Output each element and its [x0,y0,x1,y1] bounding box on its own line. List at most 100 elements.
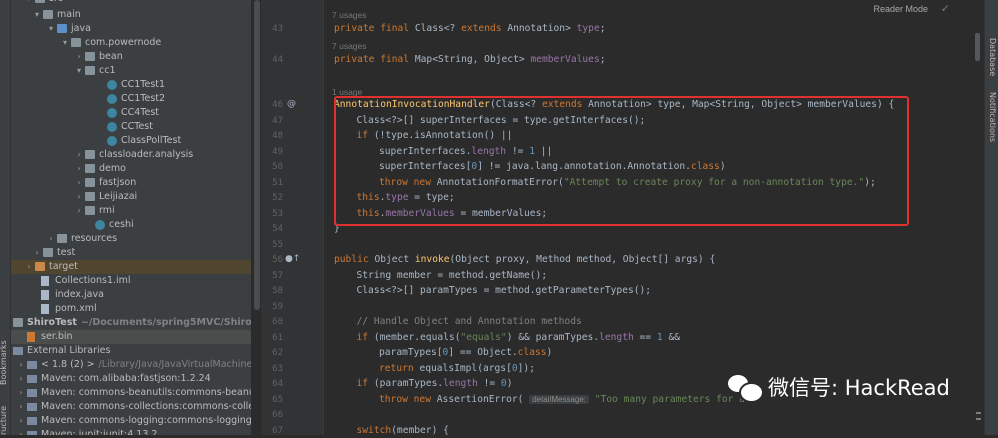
tree-item[interactable]: › Maven: junit:junit:4.13.2 [11,428,251,435]
tree-item[interactable]: › Leijiazai [11,190,251,204]
project-tree-scrollbar[interactable] [254,0,260,310]
line-number: 46 [272,100,283,110]
code-token: length [599,332,640,343]
tree-expand-arrow-icon[interactable]: › [25,260,33,274]
tree-item[interactable]: › Maven: commons-beanutils:commons-beanut… [11,386,251,400]
gutter-marker-icon[interactable]: ●↑ [285,254,300,264]
tree-expand-arrow-icon[interactable]: › [75,50,83,64]
code-token: Class<? [414,23,462,34]
tree-item[interactable]: ceshi [11,218,251,232]
reader-mode-button[interactable]: Reader Mode [873,4,928,14]
tree-expand-arrow-icon[interactable]: › [33,246,41,260]
line-number: 50 [272,162,283,172]
tree-expand-arrow-icon[interactable]: › [17,358,25,372]
tree-expand-arrow-icon[interactable]: ▾ [61,36,69,50]
tree-item-label: test [57,247,76,258]
tree-expand-arrow-icon[interactable]: › [17,400,25,414]
tree-item-label: target [49,261,78,272]
tree-expand-arrow-icon[interactable]: › [75,190,83,204]
tree-item[interactable]: CC1Test2 [11,92,251,106]
tree-item[interactable]: › test [11,246,251,260]
tree-item[interactable]: ▾ java [11,22,251,36]
tree-item-label: Leijiazai [99,191,138,202]
tree-item[interactable]: ▾External Libraries [11,344,251,358]
code-line: public Object invoke(Object proxy, Metho… [334,253,715,267]
tree-item[interactable]: CCTest [11,120,251,134]
tree-item-label: Collections1.iml [55,275,131,286]
database-tool-tab[interactable]: Database [988,38,997,76]
tree-item[interactable]: › Maven: com.alibaba:fastjson:1.2.24 [11,372,251,386]
tree-item[interactable]: › target [11,260,251,274]
gutter-marker-icon[interactable]: @ [287,99,296,109]
code-token: String member = method.getName(); [356,270,548,281]
tree-expand-arrow-icon[interactable]: › [75,176,83,190]
java-class-icon [107,108,117,118]
tree-item-path: ~/Documents/spring5MVC/ShiroTest [80,317,251,328]
folder-icon [85,52,95,61]
wechat-icon [728,373,764,403]
folder-icon [85,206,95,215]
tree-item[interactable]: ClassPollTest [11,134,251,148]
tree-item[interactable]: › classloader.analysis [11,148,251,162]
tree-expand-arrow-icon[interactable]: ▾ [47,22,55,36]
tree-item[interactable]: ▾ src [11,0,251,6]
library-icon [27,417,37,425]
tree-expand-arrow-icon[interactable]: › [17,428,25,435]
folder-icon [85,66,95,75]
tree-item-label: fastjson [99,177,137,188]
tree-item[interactable]: › resources [11,232,251,246]
code-token: (member.equals( [373,332,461,343]
inspection-ok-icon[interactable]: ✓ [941,2,950,15]
code-token: if [356,332,374,343]
tree-item[interactable]: CC4Test [11,106,251,120]
editor-scrollbar-thumb[interactable] [975,33,980,61]
tree-expand-arrow-icon[interactable]: › [17,372,25,386]
line-number: 43 [272,24,283,34]
line-number: 64 [272,379,283,389]
tree-expand-arrow-icon[interactable]: ▾ [25,0,33,6]
tree-item[interactable]: › rmi [11,204,251,218]
tree-item[interactable]: ›ShiroTest~/Documents/spring5MVC/ShiroTe… [11,316,251,330]
tree-item[interactable]: Collections1.iml [11,274,251,288]
tree-item-label: ceshi [109,219,134,230]
tree-expand-arrow-icon[interactable]: › [17,414,25,428]
tree-item[interactable]: › Maven: commons-logging:commons-logging:… [11,414,251,428]
tree-item[interactable]: CC1Test1 [11,78,251,92]
tree-item[interactable]: › < 1.8 (2) >/Library/Java/JavaVirtualMac… [11,358,251,372]
library-icon [27,403,37,411]
tree-item[interactable]: index.java [11,288,251,302]
code-line: // Handle Object and Annotation methods [357,315,582,329]
tree-item-path: /Library/Java/JavaVirtualMachines/jc [98,359,251,370]
structure-tool-tab[interactable]: ructure [0,406,8,435]
usages-hint[interactable]: 7 usages [332,41,367,51]
folder-icon [57,234,67,243]
usages-hint[interactable]: 7 usages [332,10,367,20]
tree-item[interactable]: pom.xml [11,302,251,316]
tree-item[interactable]: › fastjson [11,176,251,190]
tree-expand-arrow-icon[interactable]: ▾ [33,8,41,22]
tree-item-label: index.java [55,289,104,300]
tree-item[interactable]: › demo [11,162,251,176]
editor-gutter: 43 44 46 47 48 49 50 51 52 53 54 55 56 57 58 59 60 61 62 63… [261,0,324,436]
line-number: 61 [272,333,283,343]
line-number: 56 [272,255,283,265]
code-token: ]); [517,363,535,374]
scroll-marker [976,412,981,414]
tree-item[interactable]: ser.bin [11,330,251,344]
tree-item[interactable]: › Maven: commons-collections:commons-coll… [11,400,251,414]
tree-item[interactable]: ▾ main [11,8,251,22]
tree-item[interactable]: › bean [11,50,251,64]
notifications-tool-tab[interactable]: Notifications [988,92,997,142]
tree-expand-arrow-icon[interactable]: › [75,148,83,162]
tree-expand-arrow-icon[interactable]: › [75,162,83,176]
tree-expand-arrow-icon[interactable]: › [17,386,25,400]
tree-expand-arrow-icon[interactable]: › [47,232,55,246]
folder-icon [57,24,67,33]
tree-expand-arrow-icon[interactable]: ▾ [75,64,83,78]
tree-item[interactable]: ▾ com.powernode [11,36,251,50]
tree-expand-arrow-icon[interactable]: › [75,204,83,218]
line-number: 48 [272,131,283,141]
tree-item[interactable]: ▾ cc1 [11,64,251,78]
bookmarks-tool-tab[interactable]: Bookmarks [0,340,8,385]
code-token: type [576,23,600,34]
